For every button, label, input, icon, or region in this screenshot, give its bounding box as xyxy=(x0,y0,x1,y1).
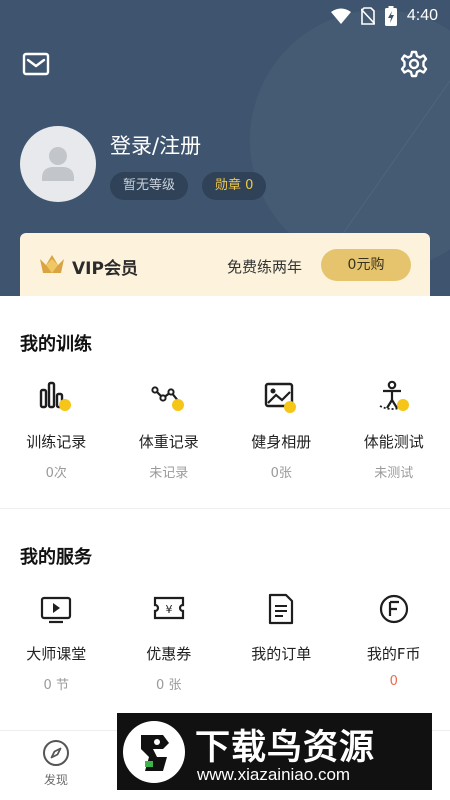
services-grid: 大师课堂 0 节 ¥ 优惠券 0 张 我的订单 我的F币 0 xyxy=(0,590,450,693)
message-button[interactable] xyxy=(22,52,50,76)
training-section-title: 我的训练 xyxy=(20,334,92,355)
no-sim-icon xyxy=(360,7,375,25)
bird-logo-icon xyxy=(141,735,169,771)
f-coin-value: 0 xyxy=(389,674,398,689)
fitness-album-item[interactable]: 健身相册 0张 xyxy=(225,378,338,481)
header-decoration xyxy=(250,10,450,270)
coupon-item[interactable]: ¥ 优惠券 0 张 xyxy=(113,590,226,693)
fitness-test-icon xyxy=(379,380,409,411)
my-orders-item[interactable]: 我的订单 xyxy=(225,590,338,693)
my-orders-label: 我的订单 xyxy=(251,645,312,663)
training-grid: 训练记录 0次 体重记录 未记录 健身相册 0张 体能测试 未测试 xyxy=(0,378,450,481)
coupon-label: 优惠券 xyxy=(146,645,192,663)
watermark-logo xyxy=(123,721,185,783)
mail-icon xyxy=(22,52,50,76)
battery-charging-icon xyxy=(384,6,397,26)
login-register-link[interactable]: 登录/注册 xyxy=(110,130,201,160)
master-class-value: 0 节 xyxy=(43,678,69,693)
bar-chart-icon xyxy=(40,381,72,411)
wifi-icon xyxy=(330,8,351,24)
coupon-value: 0 张 xyxy=(156,678,182,693)
f-coin-icon xyxy=(379,594,408,624)
vip-title: VIP会员 xyxy=(72,259,138,279)
level-badge[interactable]: 暂无等级 xyxy=(110,172,189,200)
order-icon xyxy=(269,593,294,625)
vip-buy-button[interactable]: 0元购 xyxy=(321,249,411,281)
fitness-test-item[interactable]: 体能测试 未测试 xyxy=(338,378,450,481)
fitness-album-value: 0张 xyxy=(270,466,292,481)
nav-discover[interactable]: 发现 xyxy=(28,739,84,788)
image-icon xyxy=(265,382,297,413)
default-user-icon xyxy=(42,147,74,181)
svg-text:¥: ¥ xyxy=(165,603,172,616)
fitness-test-label: 体能测试 xyxy=(363,433,424,451)
gear-icon xyxy=(400,50,428,78)
status-time: 4:40 xyxy=(406,7,438,24)
fitness-test-value: 未测试 xyxy=(374,466,414,481)
section-divider xyxy=(0,508,450,509)
services-section-title: 我的服务 xyxy=(20,547,92,568)
master-class-item[interactable]: 大师课堂 0 节 xyxy=(0,590,113,693)
training-record-value: 0次 xyxy=(45,466,67,481)
weight-record-value: 未记录 xyxy=(149,466,189,481)
training-record-label: 训练记录 xyxy=(26,433,87,451)
coupon-icon: ¥ xyxy=(153,596,184,620)
medal-badge[interactable]: 勋章 0 xyxy=(202,172,267,200)
f-coin-item[interactable]: 我的F币 0 xyxy=(338,590,450,693)
watermark-title: 下载鸟资源 xyxy=(195,728,376,768)
vip-promo-text: 免费练两年 xyxy=(227,258,303,276)
vip-card[interactable]: VIP会员 免费练两年 0元购 xyxy=(20,233,430,296)
avatar[interactable] xyxy=(20,126,96,202)
nav-discover-label: 发现 xyxy=(43,773,68,787)
settings-button[interactable] xyxy=(400,50,428,78)
weight-record-item[interactable]: 体重记录 未记录 xyxy=(113,378,226,481)
training-record-item[interactable]: 训练记录 0次 xyxy=(0,378,113,481)
watermark-url: www.xiazainiao.com xyxy=(197,765,351,784)
video-class-icon xyxy=(41,596,72,624)
master-class-label: 大师课堂 xyxy=(26,645,87,663)
fitness-album-label: 健身相册 xyxy=(251,433,312,451)
f-coin-label: 我的F币 xyxy=(366,645,421,663)
compass-icon xyxy=(43,740,69,766)
crown-icon xyxy=(40,255,64,273)
status-bar: 4:40 xyxy=(0,0,450,32)
trend-line-icon xyxy=(151,386,184,411)
weight-record-label: 体重记录 xyxy=(138,433,199,451)
watermark-overlay: 下载鸟资源 www.xiazainiao.com xyxy=(117,713,432,790)
